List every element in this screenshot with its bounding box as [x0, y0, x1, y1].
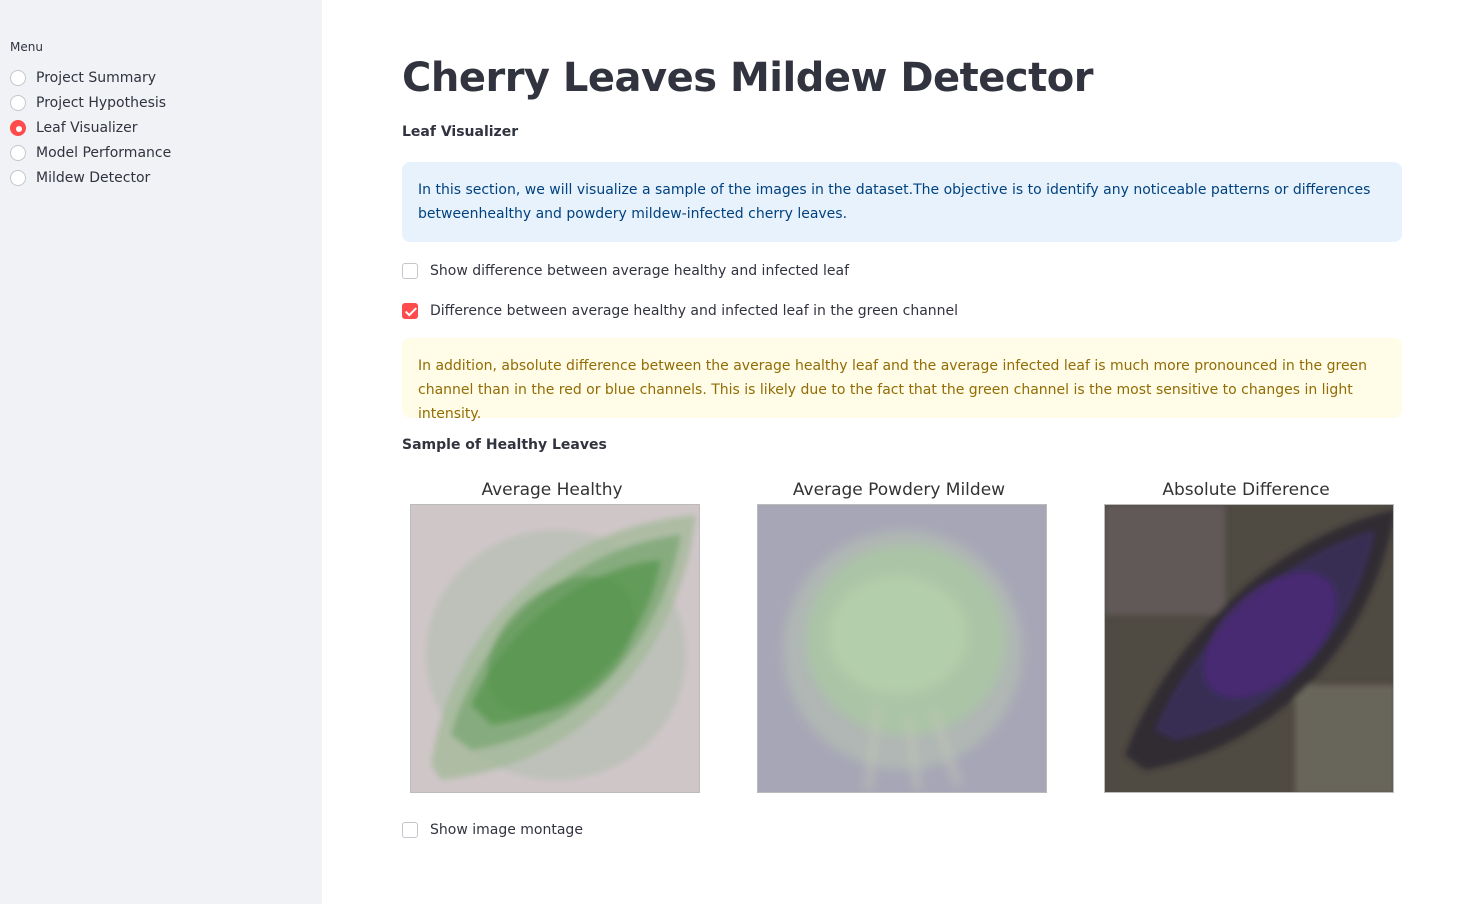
page-title: Cherry Leaves Mildew Detector	[402, 55, 1093, 101]
info-text: In this section, we will visualize a sam…	[418, 182, 1371, 222]
radio-circle-icon	[10, 169, 26, 186]
show-difference-checkbox[interactable]: Show difference between average healthy …	[402, 263, 849, 279]
figure-average-powdery-mildew: Average Powdery Mildew	[749, 476, 1049, 793]
menu-label: Menu	[10, 40, 43, 54]
radio-leaf-visualizer[interactable]: Leaf Visualizer	[10, 115, 171, 140]
checkbox-box-icon	[402, 263, 418, 279]
radio-label: Project Summary	[36, 69, 157, 86]
radio-label: Model Performance	[36, 144, 172, 161]
radio-circle-icon	[10, 144, 26, 161]
figure-absolute-difference: Absolute Difference	[1096, 476, 1396, 793]
warning-text: In addition, absolute difference between…	[418, 358, 1368, 422]
radio-circle-icon	[10, 94, 26, 111]
figure-average-healthy: Average Healthy	[402, 476, 702, 793]
checkbox-checked-icon	[402, 303, 418, 319]
average-healthy-image	[410, 504, 700, 793]
checkbox-label: Show difference between average healthy …	[430, 263, 850, 279]
checkbox-box-icon	[402, 822, 418, 838]
average-powdery-mildew-image	[757, 504, 1047, 793]
figure-title: Average Powdery Mildew	[792, 480, 1006, 500]
radio-mildew-detector[interactable]: Mildew Detector	[10, 165, 171, 190]
radio-model-performance[interactable]: Model Performance	[10, 140, 171, 165]
absolute-difference-image	[1104, 504, 1394, 793]
sample-heading: Sample of Healthy Leaves	[402, 437, 607, 453]
radio-selected-icon	[10, 119, 26, 136]
section-subtitle: Leaf Visualizer	[402, 124, 519, 140]
radio-project-hypothesis[interactable]: Project Hypothesis	[10, 90, 171, 115]
figure-title: Absolute Difference	[1162, 480, 1330, 500]
radio-circle-icon	[10, 69, 26, 86]
radio-label: Project Hypothesis	[36, 94, 167, 111]
radio-project-summary[interactable]: Project Summary	[10, 65, 171, 90]
radio-label: Mildew Detector	[36, 169, 151, 186]
sidebar: Menu Project Summary Project Hypothesis …	[0, 0, 322, 904]
green-channel-checkbox[interactable]: Difference between average healthy and i…	[402, 303, 958, 319]
figure-title: Average Healthy	[481, 480, 623, 500]
checkbox-label: Difference between average healthy and i…	[430, 303, 959, 319]
radio-label: Leaf Visualizer	[36, 119, 138, 136]
checkbox-label: Show image montage	[430, 822, 583, 838]
menu-radio-group: Project Summary Project Hypothesis Leaf …	[10, 65, 171, 190]
warning-alert: In addition, absolute difference between…	[402, 338, 1402, 422]
info-alert: In this section, we will visualize a sam…	[402, 162, 1402, 242]
show-image-montage-checkbox[interactable]: Show image montage	[402, 822, 583, 838]
